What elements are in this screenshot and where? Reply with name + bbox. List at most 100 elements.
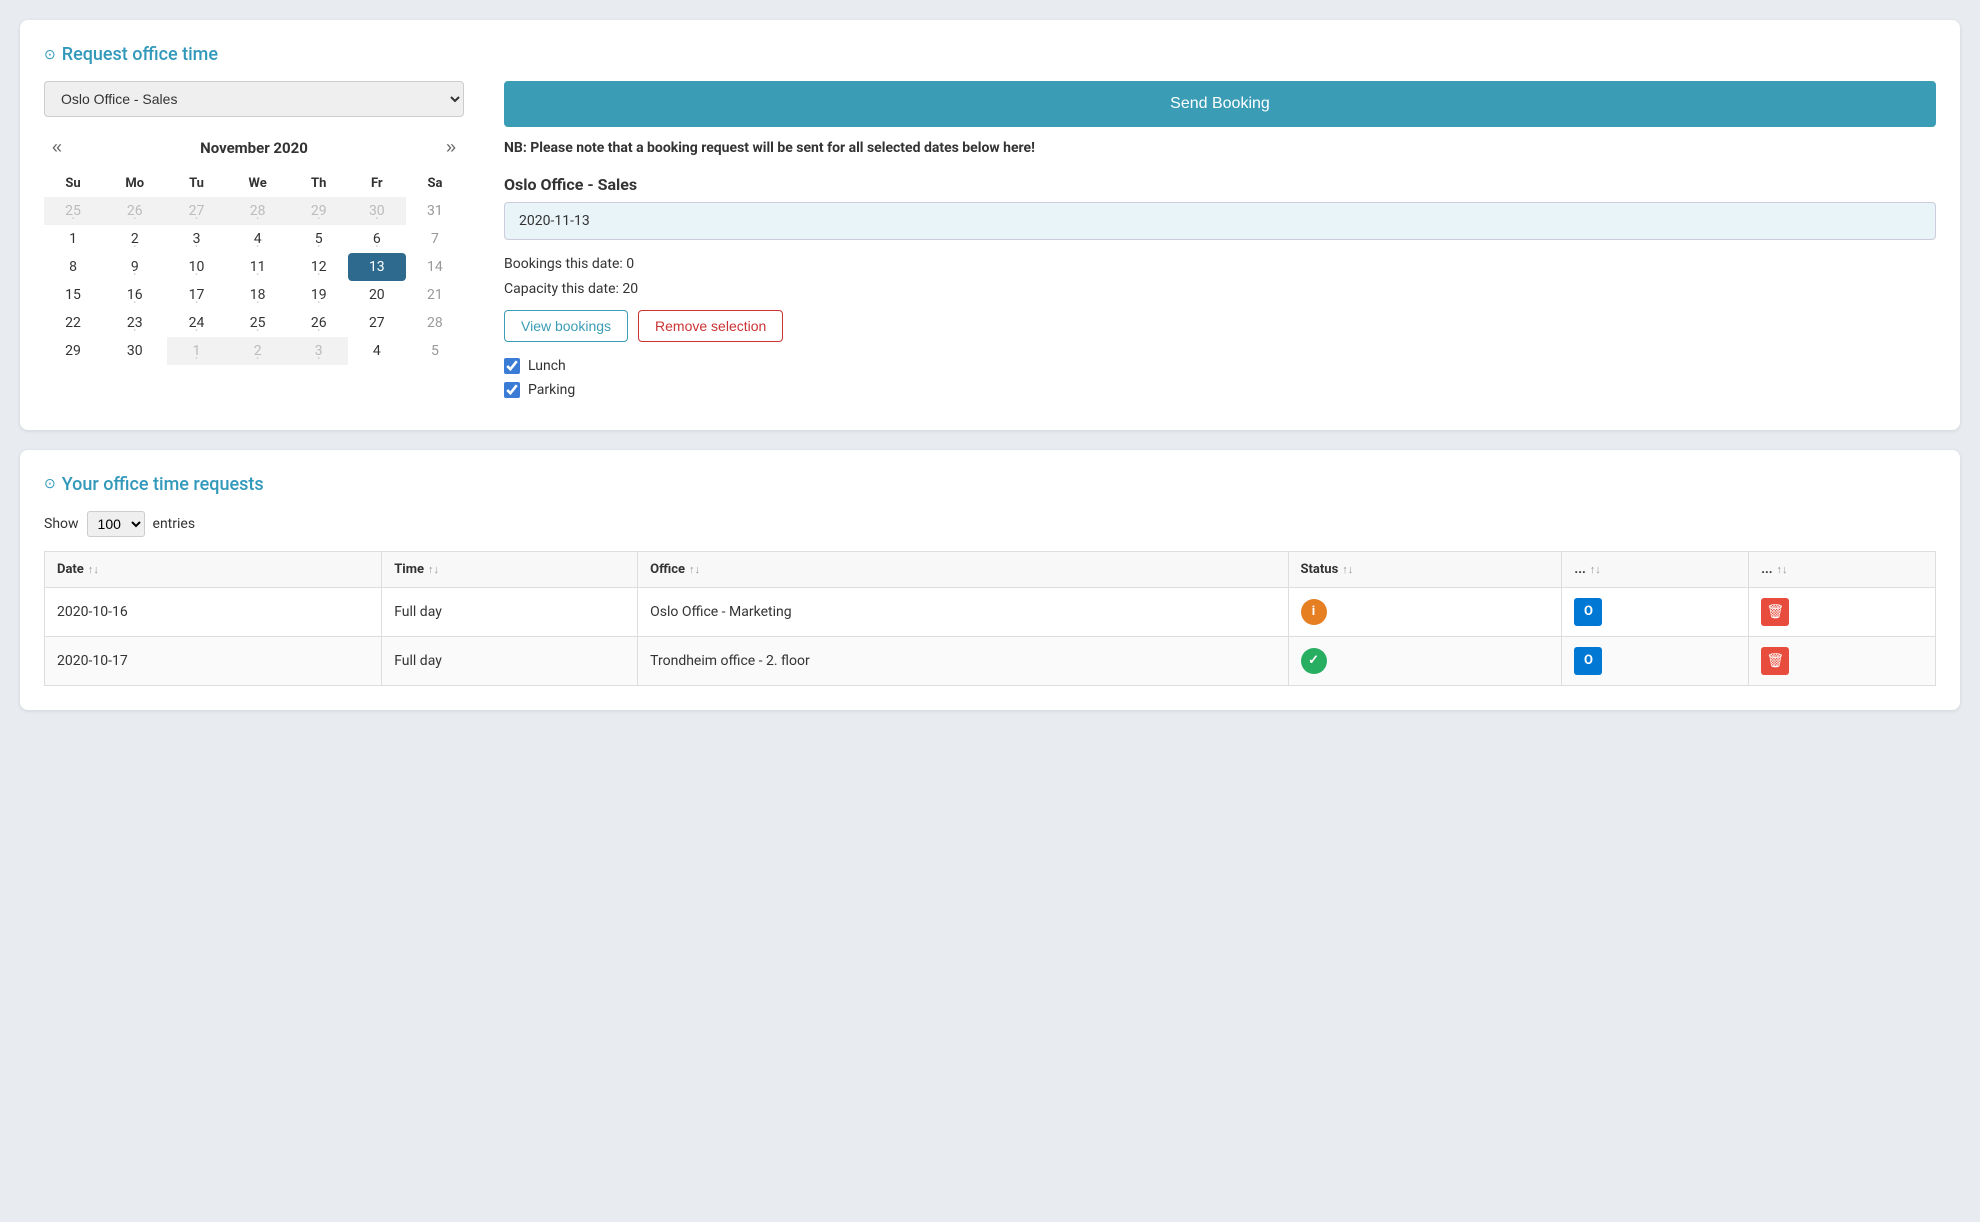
calendar-day[interactable]: 1 (167, 337, 225, 365)
table-column-header[interactable]: Date↑↓ (45, 551, 382, 587)
outlook-icon[interactable]: O (1574, 598, 1602, 626)
lunch-label: Lunch (528, 358, 566, 374)
parking-label: Parking (528, 382, 575, 398)
calendar-day[interactable]: 22 (44, 309, 102, 337)
booking-panel: Oslo Office - SalesOslo Office - Marketi… (44, 81, 1936, 406)
delete-icon[interactable]: 🗑 (1761, 647, 1789, 675)
requests-title: Your office time requests (44, 474, 1936, 495)
calendar-day[interactable]: 2• (102, 225, 167, 253)
calendar-day[interactable]: 3 (290, 337, 348, 365)
calendar-day[interactable]: 5 (406, 337, 464, 365)
calendar-day[interactable]: 14 (406, 253, 464, 281)
prev-month-button[interactable]: « (44, 133, 70, 162)
calendar-day[interactable]: 24• (167, 309, 225, 337)
calendar-day[interactable]: 31 (406, 197, 464, 225)
calendar-day-header: Mo (102, 170, 167, 197)
calendar-day[interactable]: 19• (290, 281, 348, 309)
sort-icon: ↑↓ (689, 563, 700, 576)
parking-checkbox[interactable] (504, 382, 520, 398)
calendar-day[interactable]: 2 (226, 337, 290, 365)
calendar-day[interactable]: 8 (44, 253, 102, 281)
calendar-day[interactable]: 28 (226, 197, 290, 225)
selected-office-label: Oslo Office - Sales (504, 175, 1936, 194)
status-badge: ✓ (1301, 648, 1327, 674)
calendar-month-title: November 2020 (200, 139, 308, 157)
calendar-day[interactable]: 9• (102, 253, 167, 281)
calendar-day[interactable]: 7 (406, 225, 464, 253)
cell-status: ✓ (1288, 636, 1562, 685)
view-bookings-button[interactable]: View bookings (504, 310, 628, 342)
next-month-button[interactable]: » (438, 133, 464, 162)
requests-card: Your office time requests Show 102550100… (20, 450, 1960, 710)
calendar-day[interactable]: 11• (226, 253, 290, 281)
calendar-day[interactable]: 3• (167, 225, 225, 253)
outlook-icon[interactable]: O (1574, 647, 1602, 675)
calendar-day[interactable]: 5• (290, 225, 348, 253)
cell-outlook: O (1562, 636, 1749, 685)
calendar-grid: SuMoTuWeThFrSa 2526272829303112•3•4•5•6•… (44, 170, 464, 365)
cell-time: Full day (382, 636, 638, 685)
delete-icon[interactable]: 🗑 (1761, 598, 1789, 626)
calendar-day-header: Th (290, 170, 348, 197)
booking-card: Request office time Oslo Office - SalesO… (20, 20, 1960, 430)
calendar-day[interactable]: 6• (348, 225, 406, 253)
calendar-day[interactable]: 1 (44, 225, 102, 253)
calendar-day[interactable]: 29 (290, 197, 348, 225)
calendar-day[interactable]: 25 (44, 197, 102, 225)
send-booking-button[interactable]: Send Booking (504, 81, 1936, 127)
table-column-header[interactable]: ...↑↓ (1749, 551, 1936, 587)
calendar-day[interactable]: 25• (226, 309, 290, 337)
calendar-day[interactable]: 26• (290, 309, 348, 337)
calendar-day[interactable]: 26 (102, 197, 167, 225)
sort-icon: ↑↓ (1590, 563, 1601, 576)
sort-icon: ↑↓ (88, 563, 99, 576)
calendar-day[interactable]: 20 (348, 281, 406, 309)
table-row: 2020-10-17Full dayTrondheim office - 2. … (45, 636, 1936, 685)
cell-outlook: O (1562, 587, 1749, 636)
calendar-day-header: Tu (167, 170, 225, 197)
calendar-day[interactable]: 12• (290, 253, 348, 281)
calendar-day[interactable]: 4 (348, 337, 406, 365)
cell-office: Oslo Office - Marketing (638, 587, 1288, 636)
sort-icon: ↑↓ (428, 563, 439, 576)
calendar-day[interactable]: 27 (167, 197, 225, 225)
sort-icon: ↑↓ (1342, 563, 1353, 576)
calendar-section: Oslo Office - SalesOslo Office - Marketi… (44, 81, 464, 406)
calendar-day[interactable]: 28 (406, 309, 464, 337)
parking-row: Parking (504, 382, 1936, 398)
calendar-day[interactable]: 21 (406, 281, 464, 309)
calendar-day[interactable]: 30 (348, 197, 406, 225)
calendar-day[interactable]: 16• (102, 281, 167, 309)
booking-details: Send Booking NB: Please note that a book… (504, 81, 1936, 406)
table-column-header[interactable]: Status↑↓ (1288, 551, 1562, 587)
lunch-checkbox[interactable] (504, 358, 520, 374)
calendar-day[interactable]: 4• (226, 225, 290, 253)
calendar-day[interactable]: 10• (167, 253, 225, 281)
table-column-header[interactable]: ...↑↓ (1562, 551, 1749, 587)
requests-table: Date↑↓Time↑↓Office↑↓Status↑↓...↑↓...↑↓ 2… (44, 551, 1936, 686)
calendar-day-header: We (226, 170, 290, 197)
calendar: « November 2020 » SuMoTuWeThFrSa 2526272… (44, 133, 464, 365)
selected-date-display: 2020-11-13 (504, 202, 1936, 240)
lunch-row: Lunch (504, 358, 1936, 374)
entries-select[interactable]: 102550100 (87, 511, 145, 537)
table-column-header[interactable]: Office↑↓ (638, 551, 1288, 587)
calendar-day[interactable]: 29 (44, 337, 102, 365)
calendar-day[interactable]: 30 (102, 337, 167, 365)
calendar-day[interactable]: 27 (348, 309, 406, 337)
cell-office: Trondheim office - 2. floor (638, 636, 1288, 685)
calendar-day[interactable]: 23• (102, 309, 167, 337)
show-label: Show (44, 516, 79, 532)
action-buttons: View bookings Remove selection (504, 310, 1936, 342)
calendar-day[interactable]: 17• (167, 281, 225, 309)
office-select[interactable]: Oslo Office - SalesOslo Office - Marketi… (44, 81, 464, 117)
calendar-day[interactable]: 18• (226, 281, 290, 309)
remove-selection-button[interactable]: Remove selection (638, 310, 783, 342)
calendar-day-header: Fr (348, 170, 406, 197)
booking-note: NB: Please note that a booking request w… (504, 139, 1936, 159)
calendar-day[interactable]: 15 (44, 281, 102, 309)
table-column-header[interactable]: Time↑↓ (382, 551, 638, 587)
calendar-header: « November 2020 » (44, 133, 464, 162)
calendar-day[interactable]: 13 (348, 253, 406, 281)
calendar-day-header: Su (44, 170, 102, 197)
